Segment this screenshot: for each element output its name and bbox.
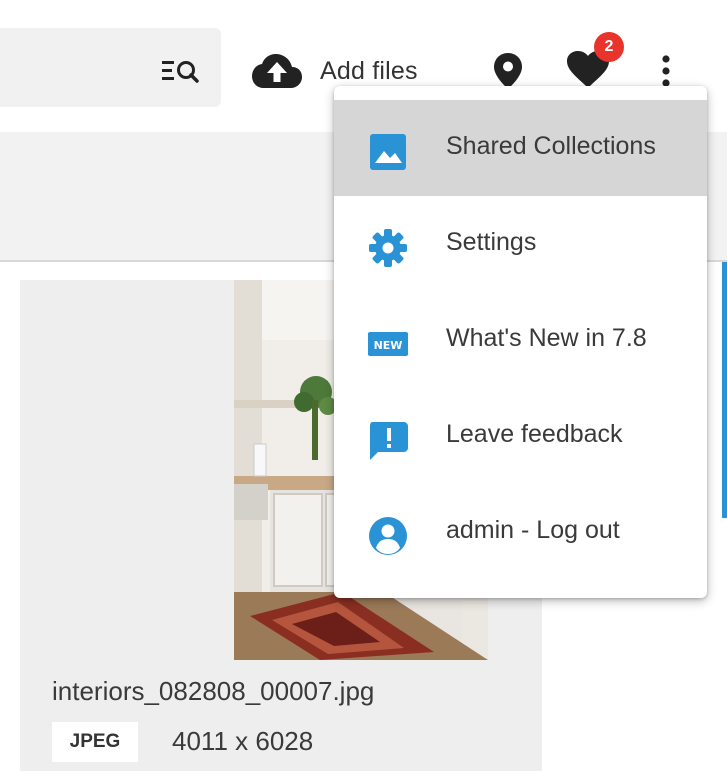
add-files-label: Add files bbox=[320, 56, 418, 85]
file-dimensions: 4011 x 6028 bbox=[172, 726, 314, 756]
image-icon bbox=[370, 134, 406, 170]
overflow-menu: Shared Collections Settings NEW What's N… bbox=[334, 86, 707, 598]
file-type-badge: JPEG bbox=[52, 722, 138, 762]
map-pin-icon[interactable] bbox=[492, 52, 524, 90]
scroll-indicator bbox=[722, 262, 727, 518]
favorites-count-badge: 2 bbox=[594, 32, 624, 62]
new-badge-text: NEW bbox=[374, 339, 403, 352]
menu-item-label: Shared Collections bbox=[446, 132, 656, 160]
cloud-upload-icon bbox=[252, 54, 302, 88]
file-name: interiors_082808_00007.jpg bbox=[52, 676, 375, 706]
menu-item-label: Leave feedback bbox=[446, 420, 623, 448]
menu-item-logout[interactable]: admin - Log out bbox=[334, 484, 707, 580]
feedback-icon bbox=[370, 422, 408, 460]
menu-item-whats-new[interactable]: NEW What's New in 7.8 bbox=[334, 292, 707, 388]
new-badge-icon: NEW bbox=[368, 332, 408, 356]
menu-item-shared-collections[interactable]: Shared Collections bbox=[334, 100, 707, 196]
search-icon[interactable] bbox=[162, 58, 202, 84]
account-icon bbox=[369, 517, 407, 555]
menu-item-leave-feedback[interactable]: Leave feedback bbox=[334, 388, 707, 484]
menu-item-settings[interactable]: Settings bbox=[334, 196, 707, 292]
more-vert-icon[interactable] bbox=[654, 52, 678, 90]
menu-item-label: What's New in 7.8 bbox=[446, 324, 647, 352]
gear-icon bbox=[369, 229, 407, 267]
menu-item-label: Settings bbox=[446, 228, 537, 256]
menu-item-label: admin - Log out bbox=[446, 516, 620, 544]
